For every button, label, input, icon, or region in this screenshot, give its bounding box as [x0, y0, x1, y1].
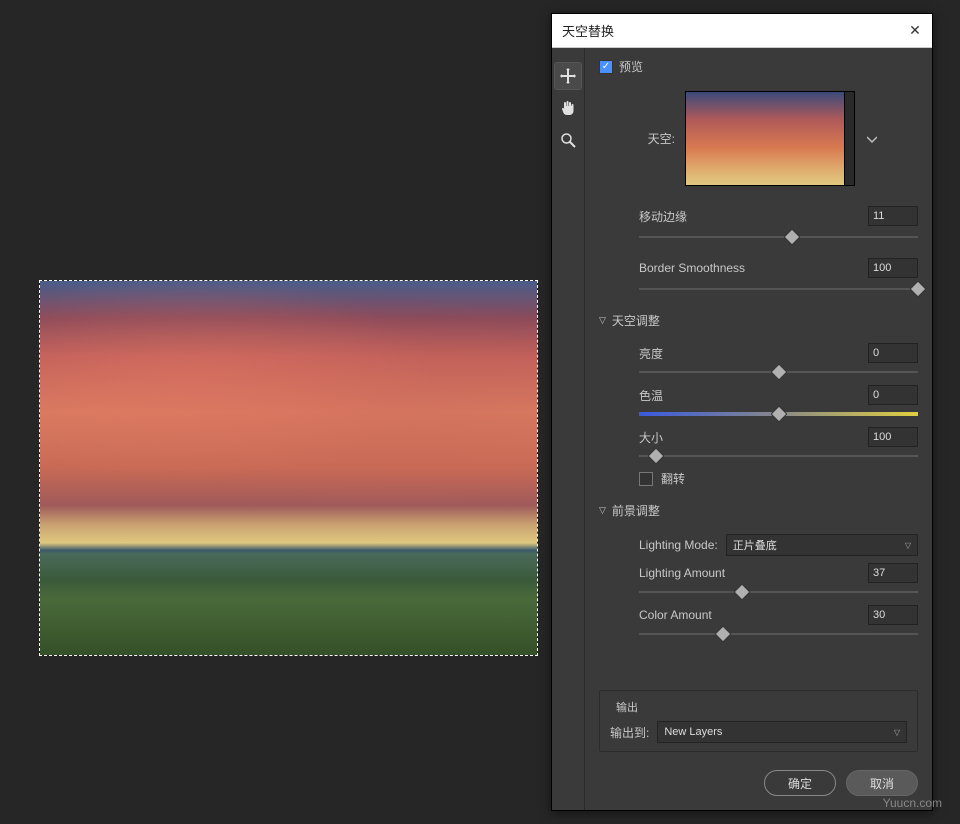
- move-tool-icon[interactable]: [554, 62, 582, 90]
- panel-title: 天空替换: [562, 21, 908, 40]
- size-value[interactable]: [868, 427, 918, 447]
- output-to-value: New Layers: [664, 726, 722, 738]
- size-slider: 大小: [619, 425, 918, 465]
- zoom-tool-icon[interactable]: [554, 126, 582, 154]
- size-label: 大小: [639, 429, 663, 446]
- output-section: 输出 输出到: New Layers ▽: [599, 690, 918, 752]
- sky-thumb-scrollbar[interactable]: [844, 92, 854, 185]
- move-edge-slider: 移动边缘: [599, 202, 918, 248]
- sky-label: 天空:: [639, 130, 675, 147]
- output-to-label: 输出到:: [610, 724, 649, 741]
- chevron-down-icon: ▽: [599, 505, 606, 516]
- canvas-image: [40, 281, 537, 655]
- flip-label: 翻转: [661, 470, 685, 487]
- color-temp-track[interactable]: [639, 407, 918, 421]
- lighting-amount-value[interactable]: [868, 563, 918, 583]
- canvas-document[interactable]: [39, 280, 538, 656]
- chevron-down-icon: ▽: [894, 728, 900, 737]
- border-smoothness-label: Border Smoothness: [639, 261, 745, 275]
- brightness-value[interactable]: [868, 343, 918, 363]
- border-smoothness-track[interactable]: [639, 282, 918, 296]
- preview-checkbox[interactable]: ✓: [599, 60, 613, 74]
- lighting-amount-track[interactable]: [639, 585, 918, 599]
- lighting-mode-select[interactable]: 正片叠底 ▽: [726, 534, 918, 556]
- color-amount-slider: Color Amount: [619, 603, 918, 643]
- foreground-adjust-label: 前景调整: [612, 502, 660, 519]
- flip-checkbox[interactable]: [639, 472, 653, 486]
- brightness-slider: 亮度: [619, 341, 918, 381]
- size-track[interactable]: [639, 449, 918, 463]
- flip-row: 翻转: [619, 467, 918, 490]
- lighting-amount-label: Lighting Amount: [639, 566, 725, 580]
- move-edge-label: 移动边缘: [639, 208, 687, 225]
- move-edge-value[interactable]: [868, 206, 918, 226]
- color-amount-track[interactable]: [639, 627, 918, 641]
- sky-thumbnail[interactable]: [685, 91, 855, 186]
- cancel-button[interactable]: 取消: [846, 770, 918, 796]
- preview-label: 预览: [619, 58, 643, 75]
- move-edge-track[interactable]: [639, 230, 918, 244]
- tool-column: [552, 48, 585, 810]
- color-amount-value[interactable]: [868, 605, 918, 625]
- lighting-mode-value: 正片叠底: [733, 537, 777, 553]
- sky-adjust-header[interactable]: ▽ 天空调整: [599, 306, 918, 335]
- lighting-mode-row: Lighting Mode: 正片叠底 ▽: [619, 531, 918, 559]
- close-icon[interactable]: ✕: [908, 22, 922, 39]
- hand-tool-icon[interactable]: [554, 94, 582, 122]
- brightness-track[interactable]: [639, 365, 918, 379]
- chevron-down-icon: ▽: [905, 541, 911, 550]
- sky-picker-chevron-icon[interactable]: [865, 134, 879, 144]
- lighting-amount-slider: Lighting Amount: [619, 561, 918, 601]
- color-amount-label: Color Amount: [639, 608, 712, 622]
- chevron-down-icon: ▽: [599, 315, 606, 326]
- sky-adjust-label: 天空调整: [612, 312, 660, 329]
- color-temp-slider: 色温: [619, 383, 918, 423]
- output-to-select[interactable]: New Layers ▽: [657, 721, 907, 743]
- watermark: Yuucn.com: [883, 796, 942, 810]
- color-temp-value[interactable]: [868, 385, 918, 405]
- border-smoothness-slider: Border Smoothness: [599, 254, 918, 300]
- color-temp-label: 色温: [639, 387, 663, 404]
- panel-titlebar[interactable]: 天空替换 ✕: [552, 14, 932, 48]
- foreground-adjust-header[interactable]: ▽ 前景调整: [599, 496, 918, 525]
- border-smoothness-value[interactable]: [868, 258, 918, 278]
- lighting-mode-label: Lighting Mode:: [639, 538, 718, 552]
- brightness-label: 亮度: [639, 345, 663, 362]
- output-section-label: 输出: [610, 699, 907, 715]
- sky-replacement-panel: 天空替换 ✕ ✓ 预览 天空:: [551, 13, 933, 811]
- ok-button[interactable]: 确定: [764, 770, 836, 796]
